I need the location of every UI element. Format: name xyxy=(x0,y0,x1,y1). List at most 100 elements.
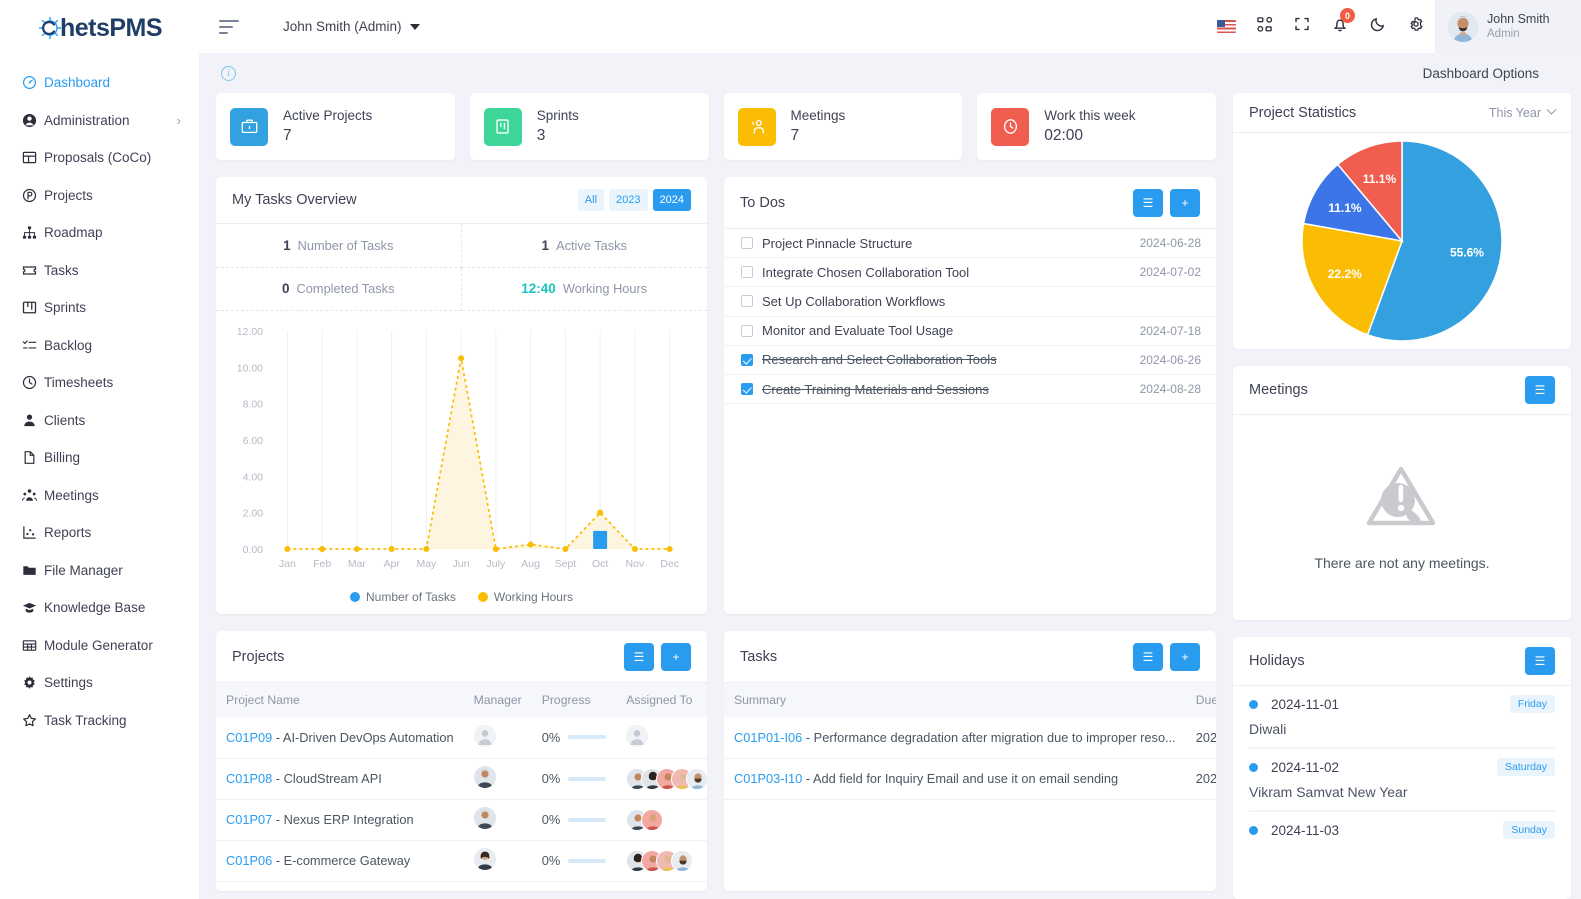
filter-all-button[interactable]: All xyxy=(577,189,605,211)
projects-list-button[interactable]: ☰ xyxy=(624,642,654,671)
table-row[interactable]: C01P07 - Nexus ERP Integration 0% xyxy=(216,799,707,841)
sidebar-item-tasks[interactable]: Tasks xyxy=(0,252,199,290)
task-summary-cell[interactable]: C01P03-I10 - Add field for Inquiry Email… xyxy=(724,758,1186,800)
sidebar-item-task-tracking[interactable]: Task Tracking xyxy=(0,702,199,740)
col-assigned-to[interactable]: Assigned To xyxy=(616,683,707,717)
list-item[interactable]: Create Training Materials and Sessions 2… xyxy=(724,375,1216,405)
project-name-cell[interactable]: C01P06 - E-commerce Gateway xyxy=(216,840,464,882)
sidebar-item-dashboard[interactable]: Dashboard xyxy=(0,64,199,102)
no-results-warning-icon xyxy=(1363,463,1441,540)
todo-checkbox[interactable] xyxy=(741,353,753,366)
list-item[interactable]: 2024-11-01 Friday Diwali xyxy=(1233,686,1571,749)
sidebar-item-meetings[interactable]: Meetings xyxy=(0,477,199,515)
list-item[interactable]: 2024-11-03 Sunday xyxy=(1233,812,1571,839)
holiday-dot-icon xyxy=(1249,825,1258,835)
filter-2024-button[interactable]: 2024 xyxy=(652,189,691,211)
project-title: AI-Driven DevOps Automation xyxy=(282,729,454,745)
info-circle-icon[interactable]: i xyxy=(221,65,236,81)
todos-list-button[interactable]: ☰ xyxy=(1133,188,1163,217)
legend-item-working-hours[interactable]: Working Hours xyxy=(477,590,573,604)
stat-card-active-projects[interactable]: Active Projects 7 xyxy=(216,93,455,160)
assigned-cell xyxy=(616,758,707,800)
list-item[interactable]: 2024-11-02 Saturday Vikram Samvat New Ye… xyxy=(1233,749,1571,812)
list-item[interactable]: Research and Select Collaboration Tools … xyxy=(724,346,1216,375)
col-summary[interactable]: Summary xyxy=(724,683,1186,717)
panel-header: Project Statistics This Year xyxy=(1233,93,1571,133)
todo-checkbox[interactable] xyxy=(741,266,753,279)
table-row[interactable]: C01P03-I10 - Add field for Inquiry Email… xyxy=(724,758,1216,800)
todo-checkbox[interactable] xyxy=(741,295,753,308)
chevron-down-icon xyxy=(409,23,420,30)
project-code[interactable]: C01P09 xyxy=(226,730,272,745)
todo-checkbox[interactable] xyxy=(741,324,753,337)
ticket-icon xyxy=(22,261,44,279)
language-flag-button[interactable] xyxy=(1207,0,1245,53)
sidebar-item-projects[interactable]: Projects xyxy=(0,177,199,215)
list-item[interactable]: Project Pinnacle Structure 2024-06-28 xyxy=(724,229,1216,259)
sidebar-item-roadmap[interactable]: Roadmap xyxy=(0,214,199,252)
project-name-cell[interactable]: C01P09 - AI-Driven DevOps Automation xyxy=(216,717,464,759)
todo-checkbox[interactable] xyxy=(741,237,753,250)
user-switch-dropdown[interactable]: John Smith (Admin) xyxy=(283,19,420,34)
progress-cell: 0% xyxy=(531,758,617,800)
meetings-list-button[interactable]: ☰ xyxy=(1525,376,1555,404)
stat-card-work-this-week[interactable]: Work this week 02:00 xyxy=(977,93,1216,160)
tasks-add-button[interactable]: + xyxy=(1170,642,1200,671)
dark-mode-button[interactable] xyxy=(1359,0,1397,53)
statistics-range-dropdown[interactable]: This Year xyxy=(1489,104,1557,120)
sidebar-item-label: Task Tracking xyxy=(44,712,127,728)
col-manager[interactable]: Manager xyxy=(463,683,532,717)
task-code[interactable]: C01P01-I06 xyxy=(734,730,802,745)
project-code[interactable]: C01P06 xyxy=(226,853,272,868)
sidebar-item-proposals[interactable]: Proposals (CoCo) xyxy=(0,139,199,177)
sidebar-item-settings[interactable]: Settings xyxy=(0,664,199,702)
panel-header: Meetings ☰ xyxy=(1233,366,1571,415)
sidebar-item-module-generator[interactable]: Module Generator xyxy=(0,627,199,665)
col-project-name[interactable]: Project Name xyxy=(216,683,464,717)
dashboard-options-button[interactable]: Dashboard Options xyxy=(1423,66,1559,81)
todos-add-button[interactable]: + xyxy=(1170,188,1200,217)
holidays-list-button[interactable]: ☰ xyxy=(1525,647,1555,675)
stat-card-sprints[interactable]: Sprints 3 xyxy=(469,93,709,160)
project-code[interactable]: C01P07 xyxy=(226,812,272,827)
user-profile-menu[interactable]: John Smith Admin xyxy=(1435,0,1581,53)
col-progress[interactable]: Progress xyxy=(531,683,617,717)
list-item[interactable]: Set Up Collaboration Workflows xyxy=(724,287,1216,317)
sidebar-toggle-button[interactable] xyxy=(219,19,241,35)
sidebar-item-sprints[interactable]: Sprints xyxy=(0,289,199,327)
todo-checkbox[interactable] xyxy=(741,383,753,396)
table-row[interactable]: C01P08 - CloudStream API 0% xyxy=(216,758,707,800)
table-row[interactable]: C01P06 - E-commerce Gateway 0% xyxy=(216,840,707,882)
legend-item-number-of-tasks[interactable]: Number of Tasks xyxy=(350,590,456,604)
sidebar-item-backlog[interactable]: Backlog xyxy=(0,327,199,365)
project-name-cell[interactable]: C01P08 - CloudStream API xyxy=(216,758,464,800)
sidebar-item-timesheets[interactable]: Timesheets xyxy=(0,364,199,402)
filter-2023-button[interactable]: 2023 xyxy=(609,189,648,211)
tasks-list-button[interactable]: ☰ xyxy=(1133,642,1163,671)
project-name-cell[interactable]: C01P07 - Nexus ERP Integration xyxy=(216,799,464,841)
sidebar-item-administration[interactable]: Administration › xyxy=(0,102,199,140)
sidebar-item-billing[interactable]: Billing xyxy=(0,439,199,477)
sidebar-item-file-manager[interactable]: File Manager xyxy=(0,552,199,590)
brand-logo[interactable]: hetsPMS xyxy=(0,0,199,56)
fullscreen-button[interactable] xyxy=(1283,0,1321,53)
task-code[interactable]: C01P03-I10 xyxy=(734,771,802,786)
settings-button[interactable] xyxy=(1397,0,1435,53)
svg-text:4.00: 4.00 xyxy=(243,471,264,483)
layout-icon xyxy=(22,149,44,167)
table-row[interactable]: C01P01-I06 - Performance degradation aft… xyxy=(724,717,1216,759)
list-item[interactable]: Integrate Chosen Collaboration Tool 2024… xyxy=(724,258,1216,288)
task-summary-cell[interactable]: C01P01-I06 - Performance degradation aft… xyxy=(724,717,1186,759)
list-item[interactable]: Monitor and Evaluate Tool Usage 2024-07-… xyxy=(724,317,1216,346)
sidebar-item-reports[interactable]: Reports xyxy=(0,514,199,552)
apps-grid-button[interactable] xyxy=(1245,0,1283,53)
notifications-button[interactable]: 0 xyxy=(1321,0,1359,53)
table-row[interactable]: C01P09 - AI-Driven DevOps Automation 0% … xyxy=(216,717,707,759)
project-code[interactable]: C01P08 xyxy=(226,771,272,786)
stat-card-meetings[interactable]: Meetings 7 xyxy=(723,93,963,160)
col-due-date[interactable]: Due Date xyxy=(1185,683,1216,717)
projects-add-button[interactable]: + xyxy=(661,642,691,671)
sidebar-item-knowledge-base[interactable]: Knowledge Base xyxy=(0,589,199,627)
sidebar-item-clients[interactable]: Clients xyxy=(0,402,199,440)
flag-us-icon xyxy=(1216,20,1236,33)
